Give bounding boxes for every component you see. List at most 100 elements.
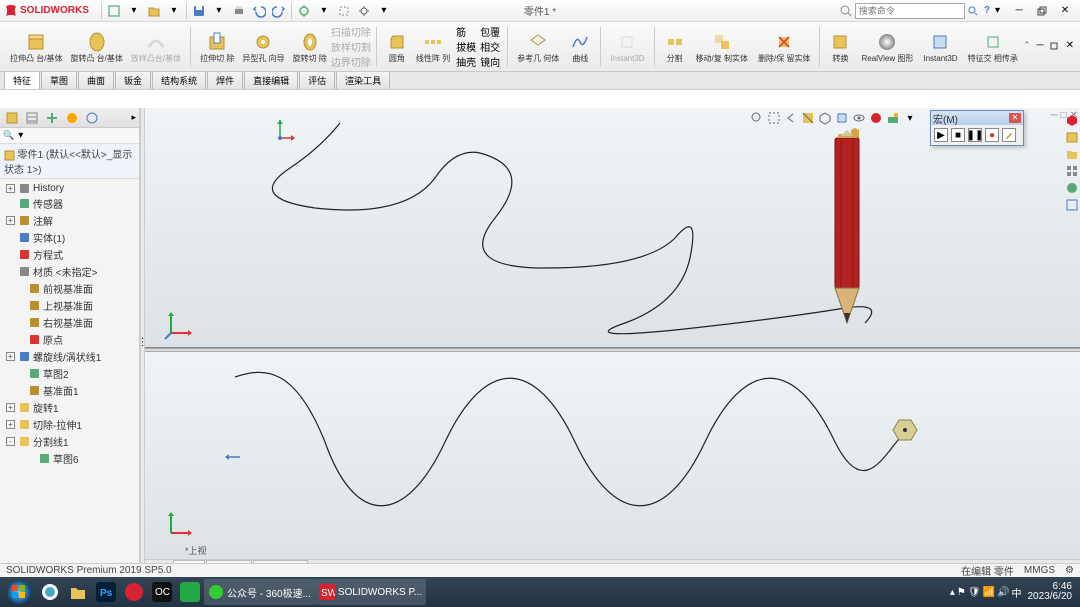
- search-input[interactable]: [855, 3, 965, 19]
- help-icon[interactable]: ?: [981, 5, 993, 16]
- tree-item[interactable]: 材质 <未指定>: [0, 263, 139, 280]
- resources-icon[interactable]: [1064, 112, 1080, 128]
- restore-icon[interactable]: [1031, 3, 1053, 19]
- macro-close-icon[interactable]: ✕: [1009, 113, 1021, 123]
- sweep-boss-button[interactable]: 放样凸台/基体: [127, 24, 185, 70]
- tab-sheetmetal[interactable]: 钣金: [115, 71, 151, 89]
- macro-pause-icon[interactable]: ❚❚: [968, 128, 982, 142]
- tree-item[interactable]: 草图6: [0, 450, 139, 467]
- tray-ime-icon[interactable]: 中: [1012, 585, 1022, 600]
- qat-rebuild-icon[interactable]: [294, 2, 314, 20]
- qat-dropdown-icon[interactable]: ▾: [164, 2, 184, 20]
- qat-select-icon[interactable]: [334, 2, 354, 20]
- fm-dropdown-icon[interactable]: ▾: [18, 130, 23, 141]
- start-button[interactable]: [2, 578, 36, 606]
- qat-dropdown-icon[interactable]: ▾: [314, 2, 334, 20]
- qat-options-icon[interactable]: [354, 2, 374, 20]
- convert-button[interactable]: 转换: [825, 24, 855, 70]
- fm-tab-tree-icon[interactable]: [3, 110, 21, 126]
- tab-structure[interactable]: 结构系统: [152, 71, 206, 89]
- help-dropdown-icon[interactable]: ▾: [995, 5, 1000, 16]
- tree-item[interactable]: +螺旋线/涡状线1: [0, 348, 139, 365]
- cut-extrude-button[interactable]: 拉伸切 除: [196, 24, 238, 70]
- realview-button[interactable]: RealView 图形: [857, 24, 917, 70]
- tray-volume-icon[interactable]: 🔊: [997, 587, 1009, 598]
- feature-inherit-button[interactable]: 特征交 相传承: [964, 24, 1022, 70]
- qat-dropdown-icon[interactable]: ▾: [124, 2, 144, 20]
- qat-dropdown-icon[interactable]: ▾: [374, 2, 394, 20]
- tree-item[interactable]: +注解: [0, 212, 139, 229]
- tray-network-icon[interactable]: 📶: [983, 587, 995, 598]
- ribbon-collapse-icon[interactable]: ⌃: [1023, 40, 1031, 53]
- qat-undo-icon[interactable]: [249, 2, 269, 20]
- wrap-button[interactable]: 包覆: [480, 24, 500, 39]
- tree-item[interactable]: 前视基准面: [0, 280, 139, 297]
- fillet-button[interactable]: 圆角: [382, 24, 412, 70]
- fm-tab-dimxpert-icon[interactable]: [63, 110, 81, 126]
- taskbar-photoshop-icon[interactable]: Ps: [92, 579, 120, 605]
- fm-root-item[interactable]: 零件1 (默认<<默认>_显示状态 1>): [0, 144, 139, 179]
- view-palette-icon[interactable]: [1064, 163, 1080, 179]
- cut-revolve-button[interactable]: 旋转切 除: [289, 24, 331, 70]
- qat-save-icon[interactable]: [189, 2, 209, 20]
- tab-direct-edit[interactable]: 直接编辑: [244, 71, 298, 89]
- macro-stop-icon[interactable]: ■: [951, 128, 965, 142]
- taskbar-folder-icon[interactable]: [64, 579, 92, 605]
- revolve-boss-button[interactable]: 旋转凸 台/基体: [66, 24, 126, 70]
- cut-loft-button[interactable]: 放样切割: [331, 39, 371, 54]
- qat-dropdown-icon[interactable]: ▾: [209, 2, 229, 20]
- tree-item[interactable]: 右视基准面: [0, 314, 139, 331]
- draft-button[interactable]: 拔模: [456, 39, 476, 54]
- design-library-icon[interactable]: [1064, 129, 1080, 145]
- tree-item[interactable]: +旋转1: [0, 399, 139, 416]
- tree-item[interactable]: 方程式: [0, 246, 139, 263]
- tab-sketch[interactable]: 草图: [41, 71, 77, 89]
- tray-flag-icon[interactable]: ⚑: [957, 587, 966, 598]
- taskbar-solidworks-window[interactable]: SWSOLIDWORKS P...: [315, 579, 426, 605]
- extrude-boss-button[interactable]: 拉伸凸 台/基体: [6, 24, 66, 70]
- tree-item[interactable]: 上视基准面: [0, 297, 139, 314]
- qat-redo-icon[interactable]: [269, 2, 289, 20]
- tab-weldment[interactable]: 焊件: [207, 71, 243, 89]
- file-explorer-icon[interactable]: [1064, 146, 1080, 162]
- tree-item[interactable]: 原点: [0, 331, 139, 348]
- instant3d-button[interactable]: Instant3D: [606, 24, 648, 70]
- fm-tab-property-icon[interactable]: [23, 110, 41, 126]
- taskbar-browser-window[interactable]: 公众号 - 360极速...: [204, 579, 315, 605]
- search-go-icon[interactable]: [967, 5, 979, 17]
- mirror-button[interactable]: 镜向: [480, 54, 500, 69]
- linear-pattern-button[interactable]: 线性阵 列: [412, 24, 454, 70]
- curves-button[interactable]: 曲线: [565, 24, 595, 70]
- qat-new-icon[interactable]: [104, 2, 124, 20]
- delete-keep-button[interactable]: 删除/保 留实体: [754, 24, 814, 70]
- fm-expand-icon[interactable]: ▸: [131, 112, 136, 123]
- qat-print-icon[interactable]: [229, 2, 249, 20]
- split-button[interactable]: 分割: [660, 24, 690, 70]
- hole-wizard-button[interactable]: 异型孔 向导: [238, 24, 288, 70]
- move-copy-button[interactable]: 移动/复 制实体: [692, 24, 752, 70]
- fm-filter-icon[interactable]: 🔍: [3, 130, 14, 141]
- tree-item[interactable]: -分割线1: [0, 433, 139, 450]
- taskbar-app-icon[interactable]: [176, 579, 204, 605]
- rib-button[interactable]: 筋: [456, 24, 476, 39]
- minimize-icon[interactable]: ─: [1008, 3, 1030, 19]
- macro-window[interactable]: 宏(M)✕ ▶ ■ ❚❚ ●: [930, 110, 1024, 146]
- tray-clock[interactable]: 6:462023/6/20: [1024, 582, 1077, 602]
- tree-item[interactable]: 草图2: [0, 365, 139, 382]
- custom-props-icon[interactable]: [1064, 197, 1080, 213]
- macro-edit-icon[interactable]: [1002, 128, 1016, 142]
- tab-features[interactable]: 特征: [4, 71, 40, 89]
- fm-tab-config-icon[interactable]: [43, 110, 61, 126]
- taskbar-app-icon[interactable]: OC: [148, 579, 176, 605]
- tree-item[interactable]: +切除-拉伸1: [0, 416, 139, 433]
- appearances-icon[interactable]: [1064, 180, 1080, 196]
- taskbar-app-icon[interactable]: [120, 579, 148, 605]
- status-options-icon[interactable]: ⚙: [1065, 565, 1074, 576]
- taskbar-cloud-icon[interactable]: [36, 579, 64, 605]
- tree-item[interactable]: 实体(1): [0, 229, 139, 246]
- intersect-button[interactable]: 相交: [480, 39, 500, 54]
- macro-play-icon[interactable]: ▶: [934, 128, 948, 142]
- viewport-bottom[interactable]: *上视: [145, 352, 1080, 559]
- tree-item[interactable]: +History: [0, 181, 139, 195]
- ribbon-restore-icon[interactable]: [1050, 40, 1060, 53]
